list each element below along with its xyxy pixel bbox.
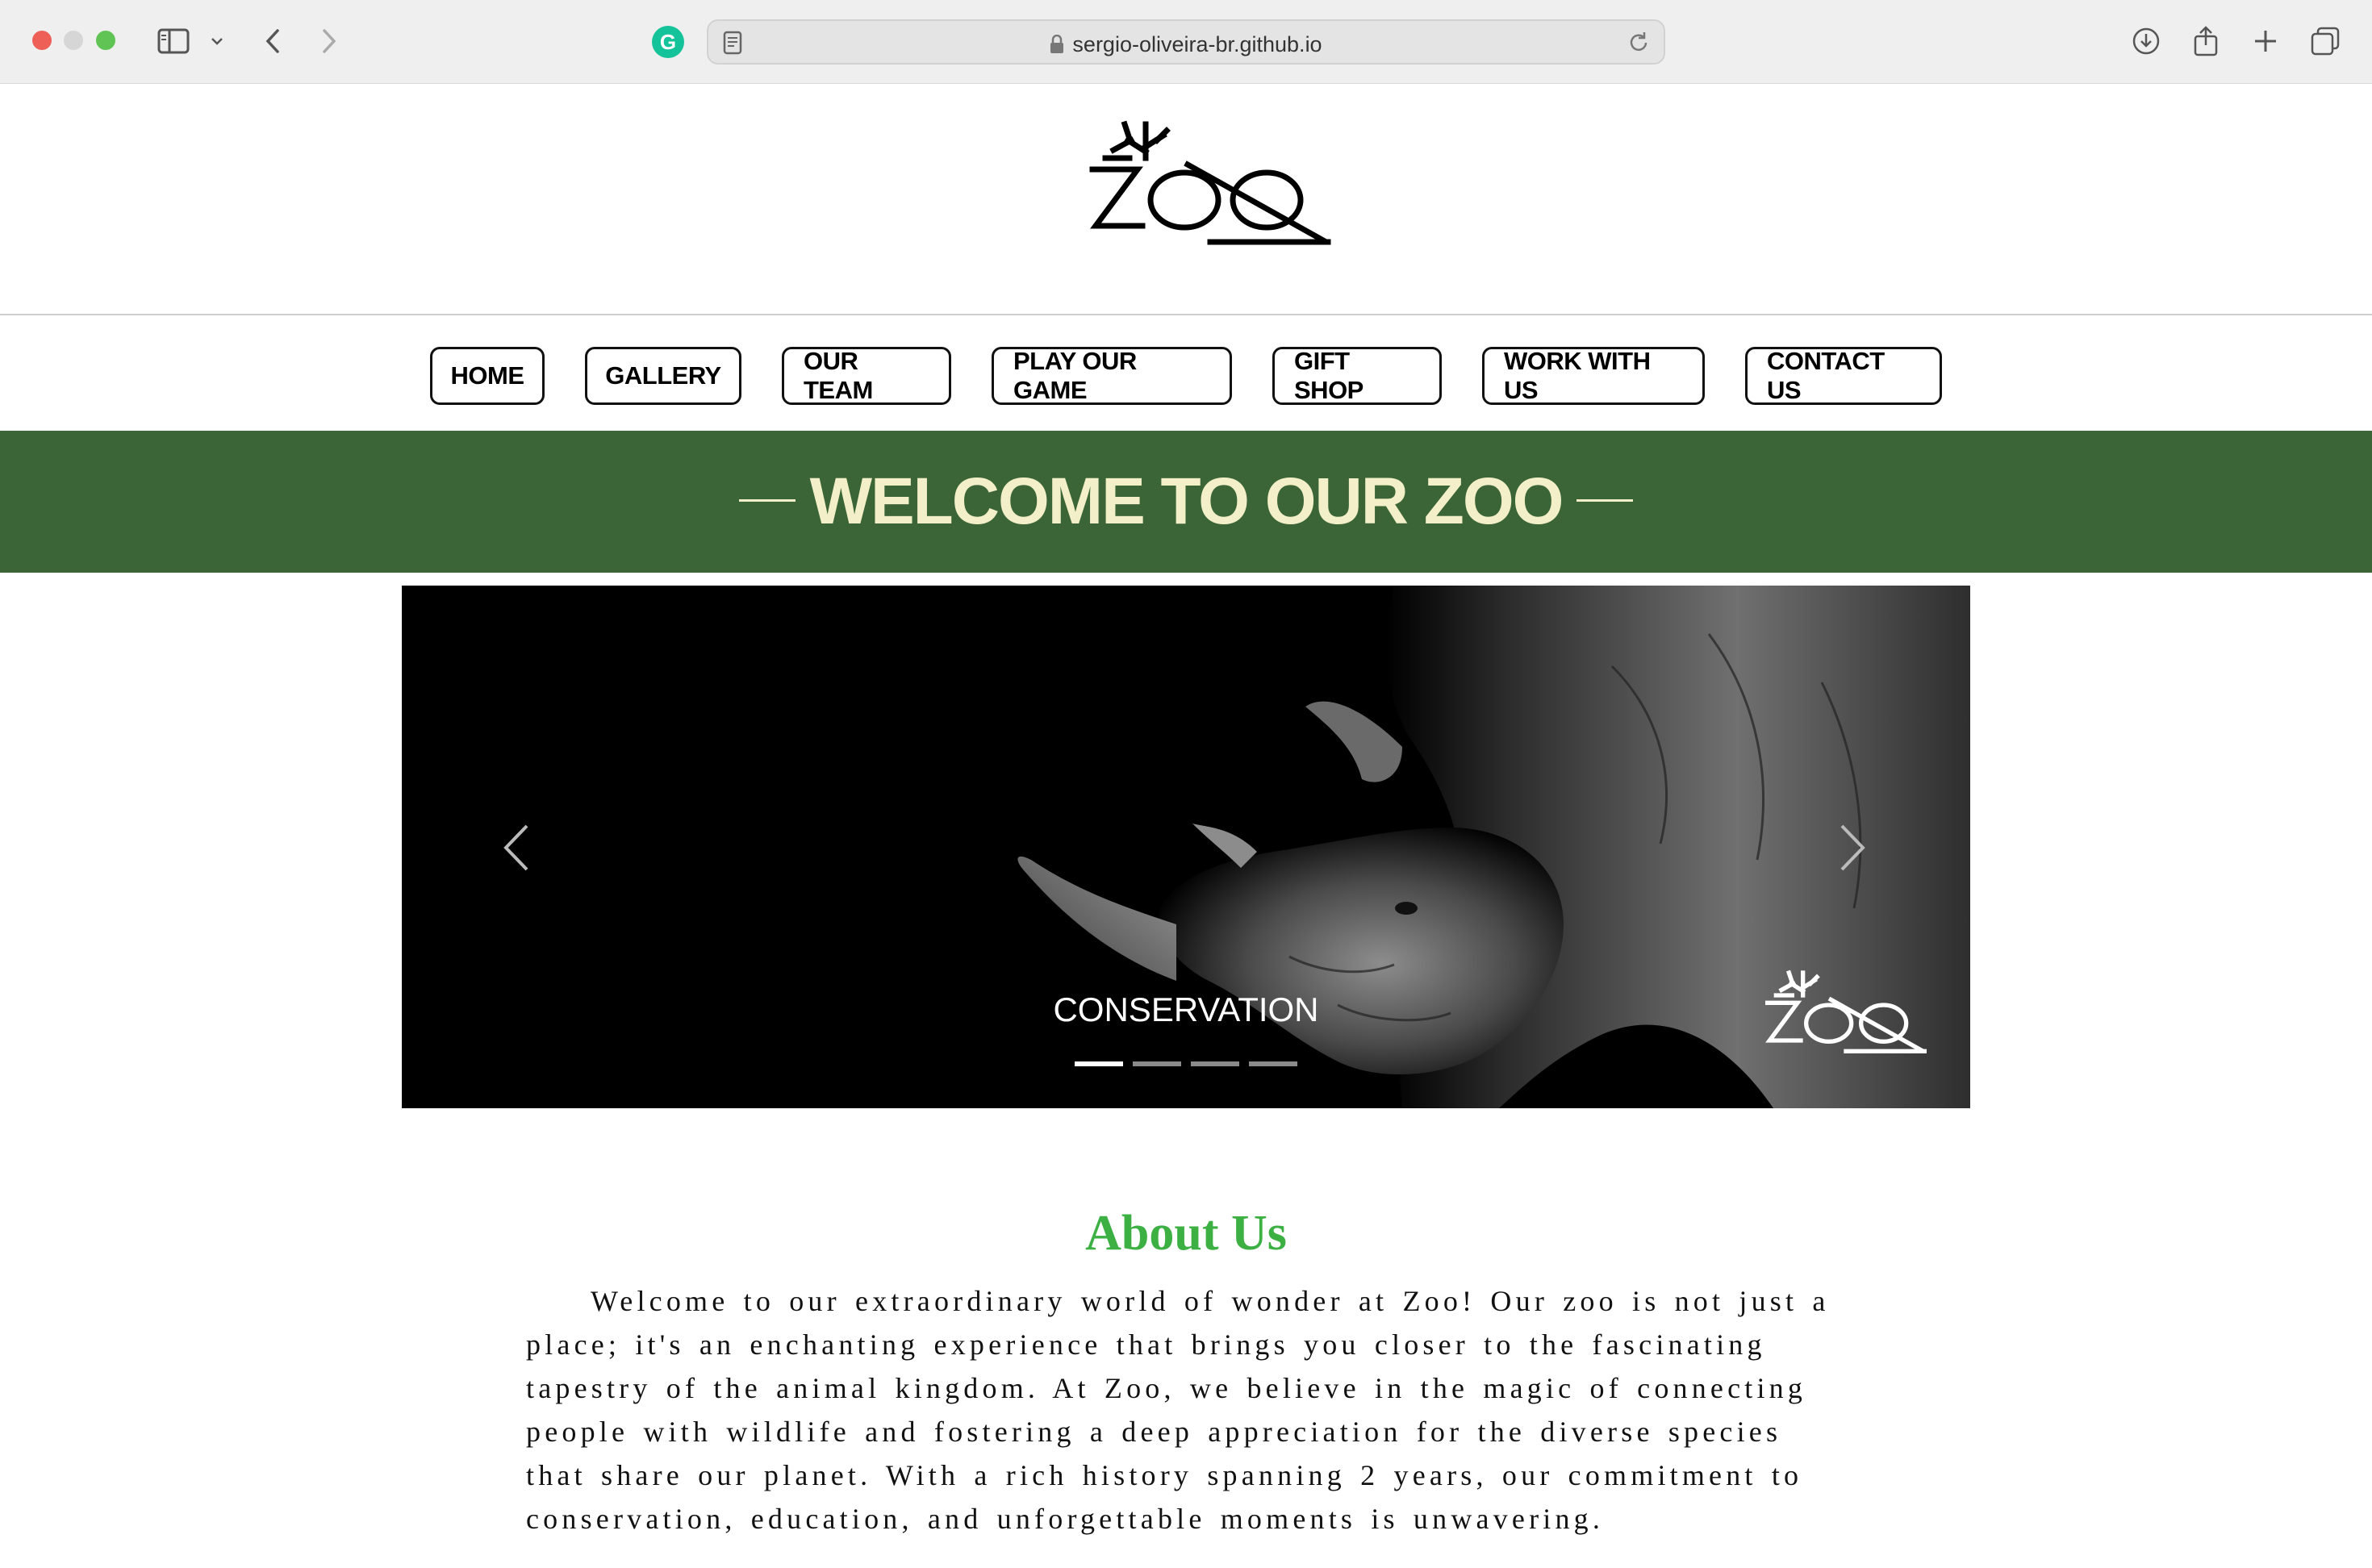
nav-play-our-game-button[interactable]: PLAY OUR GAME: [992, 347, 1232, 405]
close-window-button[interactable]: [32, 31, 52, 50]
nav-work-with-us-button[interactable]: WORK WITH US: [1482, 347, 1705, 405]
rhino-photo: [402, 586, 1970, 1108]
nav-gallery-button[interactable]: GALLERY: [585, 347, 741, 405]
downloads-icon[interactable]: [2128, 23, 2164, 60]
carousel-caption: CONSERVATION: [1053, 990, 1319, 1028]
hero-carousel[interactable]: CONSERVATION: [402, 586, 1970, 1108]
carousel-prev-button[interactable]: [495, 819, 543, 876]
back-icon[interactable]: [258, 23, 287, 60]
carousel-indicator-4[interactable]: [1249, 1061, 1297, 1066]
about-title: About Us: [1085, 1206, 1287, 1261]
new-tab-icon[interactable]: [2248, 23, 2283, 60]
url-text: sergio-oliveira-br.github.io: [1072, 32, 1322, 56]
site-header: [0, 84, 2372, 315]
lock-icon: [1050, 34, 1064, 60]
welcome-title: WELCOME TO OUR ZOO: [809, 465, 1564, 538]
carousel-indicator-3[interactable]: [1191, 1061, 1239, 1066]
forward-icon[interactable]: [315, 23, 344, 60]
nav-home-button[interactable]: HOME: [430, 347, 545, 405]
sidebar-toggle-icon[interactable]: [153, 23, 194, 60]
main-nav: HOME GALLERY OUR TEAM PLAY OUR GAME GIFT…: [0, 347, 2372, 407]
zoom-window-button[interactable]: [96, 31, 115, 50]
carousel-indicator-1[interactable]: [1075, 1061, 1123, 1066]
nav-gift-shop-button[interactable]: GIFT SHOP: [1272, 347, 1442, 405]
reload-icon[interactable]: [1628, 31, 1651, 59]
carousel-indicators: [1075, 1061, 1297, 1066]
nav-contact-us-button[interactable]: CONTACT US: [1745, 347, 1942, 405]
zoo-logo[interactable]: [1089, 116, 1331, 253]
share-icon[interactable]: [2188, 23, 2224, 60]
grammarly-extension-icon[interactable]: G: [652, 26, 684, 58]
banner-dash-left: [738, 499, 796, 504]
browser-toolbar: G sergio-oliveira-br.github.io: [0, 0, 2372, 84]
minimize-window-button[interactable]: [64, 31, 83, 50]
about-paragraph: Welcome to our extraordinary world of wo…: [526, 1285, 1830, 1535]
tab-overview-icon[interactable]: [2307, 23, 2343, 60]
carousel-zoo-logo: [1765, 970, 1927, 1053]
chevron-down-icon[interactable]: [207, 23, 228, 60]
carousel-indicator-2[interactable]: [1133, 1061, 1181, 1066]
welcome-banner: WELCOME TO OUR ZOO: [0, 431, 2372, 573]
carousel-next-button[interactable]: [1826, 819, 1874, 876]
address-bar[interactable]: sergio-oliveira-br.github.io: [707, 19, 1665, 65]
nav-our-team-button[interactable]: OUR TEAM: [782, 347, 951, 405]
banner-dash-right: [1576, 499, 1634, 504]
